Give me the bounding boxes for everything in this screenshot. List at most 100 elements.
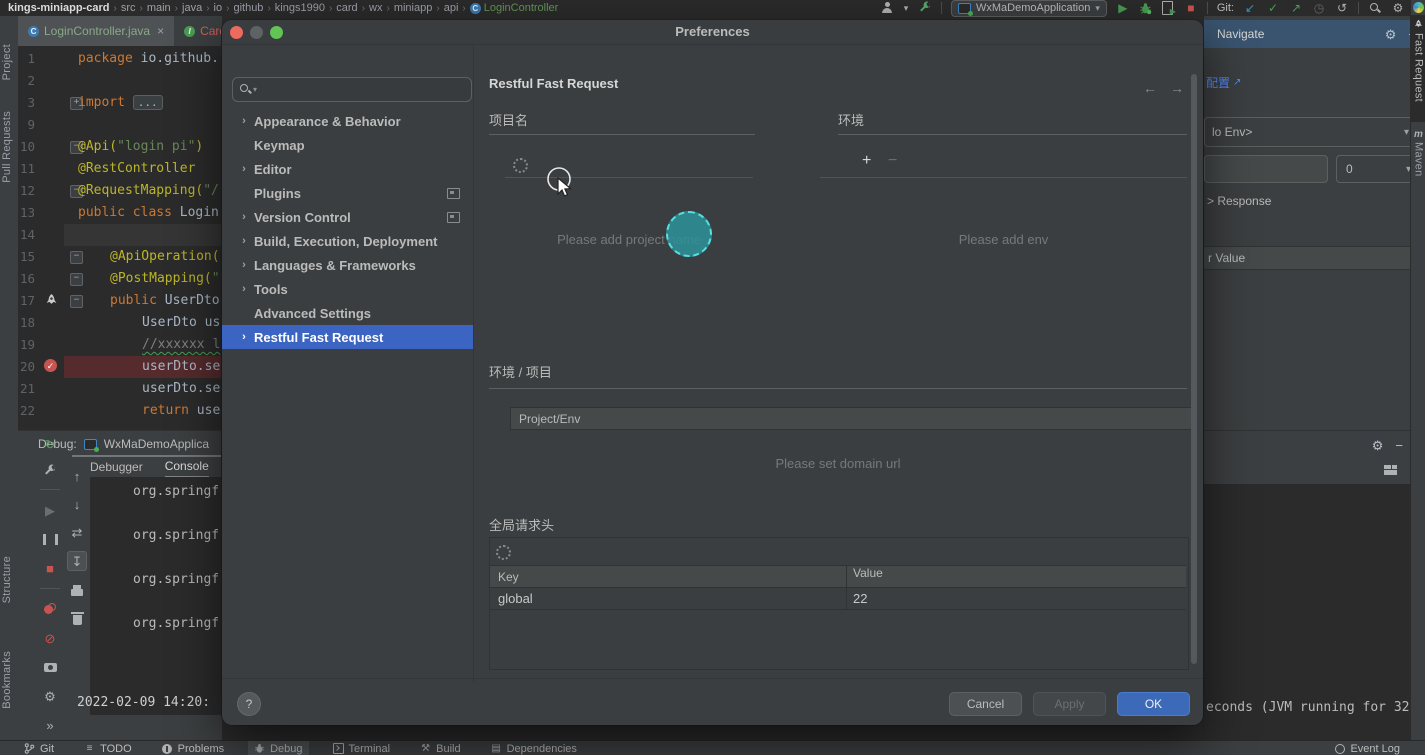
kv-table-row[interactable]: global22 [490,587,1186,610]
kv-cell-value[interactable]: 22 [847,591,867,606]
view-breakpoints-icon[interactable] [41,600,59,618]
breadcrumb-item[interactable]: io [214,2,223,14]
breadcrumb-item[interactable]: api [444,2,459,14]
breakpoint-icon[interactable]: ✓ [44,359,59,374]
env-dropdown[interactable]: lo Env> ▾ [1204,117,1411,147]
up-stack-icon[interactable]: ↑ [68,467,86,485]
breadcrumb-item[interactable]: wx [369,2,382,14]
rerun-icon[interactable]: ↻ [41,435,59,453]
fold-collapse-icon[interactable]: − [70,251,83,264]
settings-tree-item-appearance-behavior[interactable]: ›Appearance & Behavior [222,109,473,133]
ok-button[interactable]: OK [1117,692,1190,716]
user-icon[interactable] [880,1,894,15]
resume-icon[interactable]: ▶ [41,501,59,519]
tool-window-tab-build[interactable]: ⚒Build [414,741,466,755]
settings-tree-item-languages-frameworks[interactable]: ›Languages & Frameworks [222,253,473,277]
clear-console-icon[interactable] [68,609,86,627]
forward-icon[interactable]: → [1170,80,1184,96]
debug-button[interactable] [1139,2,1152,15]
count-dropdown[interactable]: 0 ▾ [1336,155,1411,183]
fold-collapse-icon[interactable]: − [70,273,83,286]
git-update-icon[interactable]: ↙ [1243,1,1257,15]
stop-icon[interactable]: ■ [41,559,59,577]
settings-gear-icon[interactable]: ⚙ [1372,439,1384,452]
debug-console[interactable]: org.springfraorg.springfraorg.springfrao… [90,477,222,715]
back-icon[interactable]: ← [1143,80,1157,96]
fold-collapse-icon[interactable]: − [70,295,83,308]
fast-request-rocket-icon[interactable] [44,293,59,308]
config-link[interactable]: 配置 ↗ [1206,74,1241,91]
chevron-right-icon[interactable]: › [236,283,252,295]
breadcrumb-item[interactable]: CLoginController [470,2,559,14]
pause-icon[interactable] [41,530,59,548]
editor-tab-card[interactable]: I CardA [174,16,222,46]
run-config-selector[interactable]: WxMaDemoApplication ▾ [951,0,1107,17]
tab-debugger[interactable]: Debugger [90,460,143,477]
chevron-right-icon[interactable]: › [236,163,252,175]
settings-tree-item-tools[interactable]: ›Tools [222,277,473,301]
git-commit-icon[interactable]: ✓ [1266,1,1280,15]
settings-tree-item-editor[interactable]: ›Editor [222,157,473,181]
remove-env-button[interactable]: − [888,152,897,170]
stop-button[interactable]: ■ [1184,1,1198,15]
layout-icon[interactable] [1384,465,1397,475]
filter-input[interactable] [1204,155,1328,183]
tool-window-bookmarks[interactable]: Bookmarks [1,651,13,709]
breadcrumb-item[interactable]: miniapp [394,2,433,14]
settings-gear-icon[interactable]: ⚙ [1391,1,1405,15]
scroll-to-end-icon[interactable]: ↧ [67,551,87,571]
tool-window-tab-terminal[interactable]: Terminal [327,741,397,755]
chevron-right-icon[interactable]: › [236,211,252,223]
print-icon[interactable] [68,581,86,599]
breadcrumb-item[interactable]: src [121,2,136,14]
kv-cell-key[interactable]: global [490,587,847,609]
dialog-scrollbar[interactable] [1191,74,1197,664]
tool-window-tab-git[interactable]: Git [18,741,60,755]
search-everywhere-icon[interactable] [1368,1,1382,15]
breadcrumb-item[interactable]: card [336,2,357,14]
chevron-right-icon[interactable]: › [236,331,252,343]
dialog-title-bar[interactable]: Preferences [222,20,1203,45]
rollback-icon[interactable]: ↺ [1335,1,1349,15]
tab-console[interactable]: Console [165,459,209,478]
close-icon[interactable]: × [157,24,164,38]
tool-window-project[interactable]: Project [1,44,13,80]
chevron-right-icon[interactable]: › [236,259,252,271]
breadcrumb-item[interactable]: java [182,2,202,14]
settings-gear-icon[interactable]: ⚙ [41,687,59,705]
hide-panel-icon[interactable]: − [1395,439,1403,452]
git-push-icon[interactable]: ↗ [1289,1,1303,15]
settings-search-field[interactable]: ▾ [232,77,472,102]
settings-tree-item-advanced-settings[interactable]: ›Advanced Settings [222,301,473,325]
breadcrumb-item[interactable]: kings-miniapp-card [8,2,109,14]
tool-window-pull-requests[interactable]: Pull Requests [1,111,13,183]
chevron-down-icon[interactable]: ▾ [903,1,909,15]
breadcrumb-item[interactable]: main [147,2,171,14]
tool-window-tab-debug[interactable]: Debug [248,741,308,755]
settings-tree-item-version-control[interactable]: ›Version Control [222,205,473,229]
more-icon[interactable]: » [41,716,59,734]
settings-gear-icon[interactable]: ⚙ [1385,28,1397,41]
screenshot-icon[interactable] [41,658,59,676]
help-button[interactable]: ? [237,692,261,716]
tool-window-structure[interactable]: Structure [1,556,13,603]
breadcrumb-item[interactable]: github [233,2,263,14]
cancel-button[interactable]: Cancel [949,692,1022,716]
settings-tree-item-keymap[interactable]: ›Keymap [222,133,473,157]
history-icon[interactable]: ◷ [1312,1,1326,15]
add-env-button[interactable]: + [862,152,871,170]
event-log[interactable]: Event Log [1335,743,1425,755]
mute-breakpoints-icon[interactable]: ⊘ [41,629,59,647]
plugin-logo-icon[interactable] [1413,2,1424,13]
tool-window-fast-request[interactable]: Fast Request [1411,15,1425,122]
tool-window-tab-dependencies[interactable]: ▤Dependencies [485,741,583,755]
settings-tree-item-restful-fast-request[interactable]: ›Restful Fast Request [222,325,473,349]
editor-tab-logincontroller[interactable]: C LoginController.java × [18,16,174,46]
wrench-icon[interactable] [918,1,932,15]
tool-window-maven[interactable]: m Maven [1411,125,1425,191]
apply-button[interactable]: Apply [1033,692,1106,716]
restore-layout-icon[interactable]: ⇄ [68,523,86,541]
tool-window-tab-problems[interactable]: Problems [156,741,230,755]
settings-tree-item-build-execution-deployment[interactable]: ›Build, Execution, Deployment [222,229,473,253]
debug-session-name[interactable]: WxMaDemoApplica [104,437,209,451]
